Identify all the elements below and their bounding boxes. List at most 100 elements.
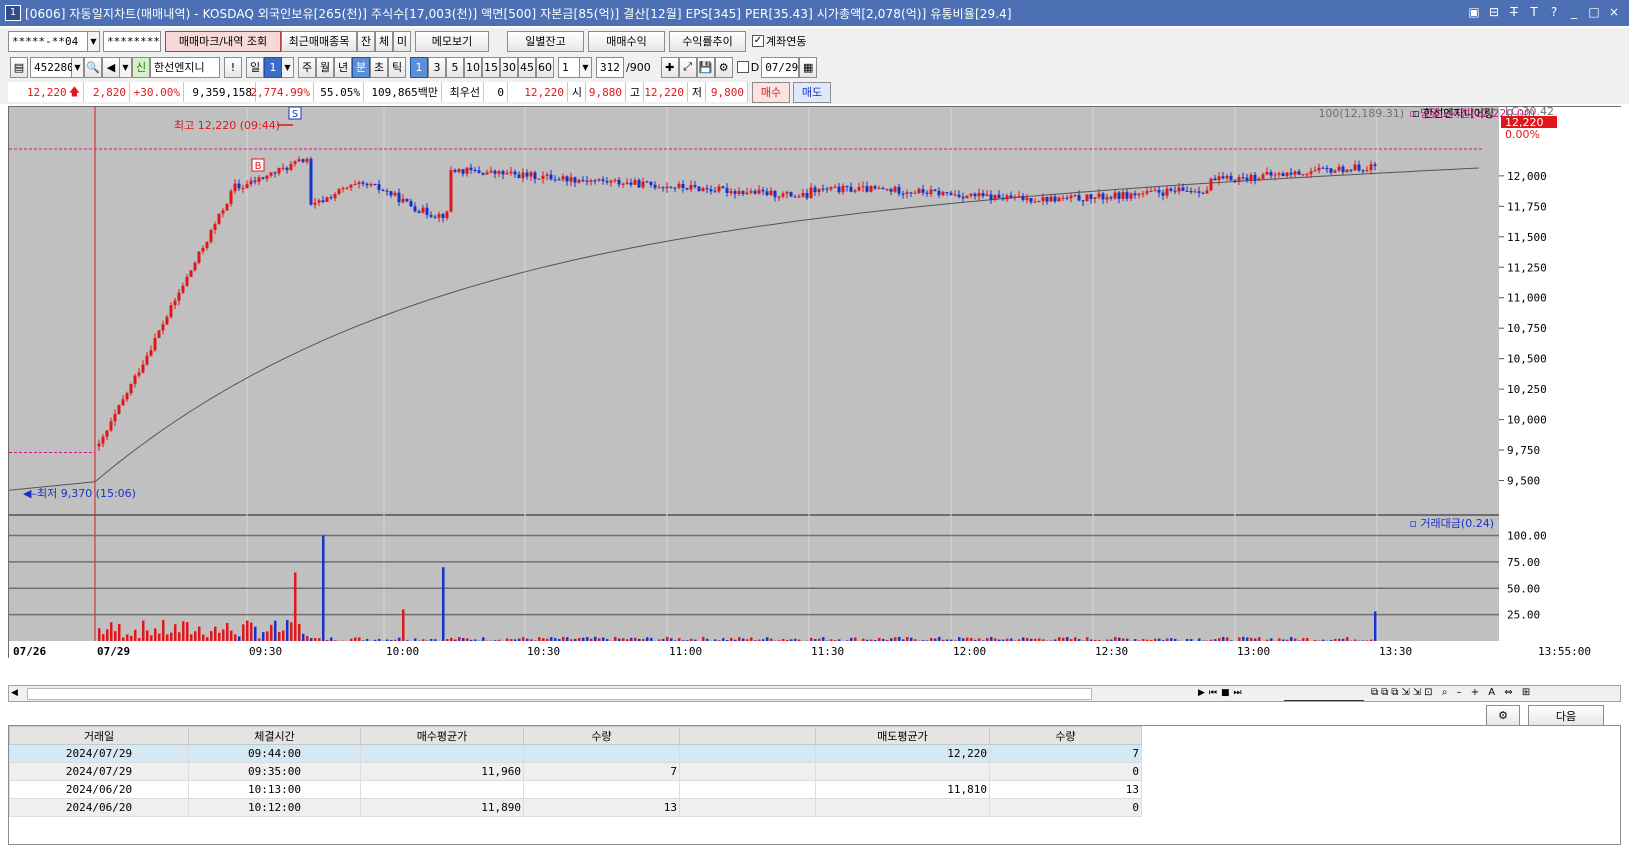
return-trend-button[interactable]: 수익률추이 xyxy=(669,30,746,52)
calendar-icon[interactable]: ▦ xyxy=(799,56,818,78)
candle-body xyxy=(133,375,137,384)
period-num-field[interactable]: 1 xyxy=(264,56,282,78)
candle-body xyxy=(1149,190,1153,192)
price-volume-chart[interactable]: 07/26 07/29 09:30 10:00 10:30 11:00 11:30 12:00… xyxy=(9,107,1622,659)
period-num-dropdown-icon[interactable]: ▼ xyxy=(282,56,294,78)
period-day-button[interactable]: 일 xyxy=(246,56,264,78)
candle-body xyxy=(413,206,417,212)
period-month-button[interactable]: 월 xyxy=(316,56,334,78)
table-row[interactable]: 2024/06/20 10:12:00 11,890 13 0 xyxy=(9,798,1142,817)
memo-button[interactable]: 메모보기 xyxy=(415,30,489,52)
balance-button[interactable]: 잔 xyxy=(357,30,375,52)
candle-body xyxy=(1373,164,1377,166)
next-button[interactable]: 다음 xyxy=(1528,705,1604,726)
app-icon[interactable]: 1 xyxy=(5,5,21,21)
candle-body xyxy=(945,191,949,193)
period-year-button[interactable]: 년 xyxy=(334,56,352,78)
candle-body xyxy=(541,175,545,179)
volume-bar xyxy=(498,639,501,641)
time-tick-label: 13:00 xyxy=(1237,645,1270,658)
quote-price: 12,220 xyxy=(26,85,67,99)
zoom-slider[interactable] xyxy=(1284,686,1364,701)
close-icon[interactable]: × xyxy=(1607,4,1621,20)
volume-bar xyxy=(1042,639,1045,641)
interval-45-button[interactable]: 45 xyxy=(518,56,536,78)
interval-select-field[interactable]: 1 xyxy=(558,56,580,78)
period-tick-button[interactable]: 틱 xyxy=(388,56,406,78)
credit-icon[interactable]: 신 xyxy=(132,56,150,78)
volume-bar xyxy=(942,639,945,641)
candle-body xyxy=(813,187,817,193)
chart-tool-icons[interactable]: ⧉⧉⧉⇲⇲⊡ ⌕ – + A ⇔ ⊞ xyxy=(1371,687,1533,698)
buy-button[interactable]: 매수 xyxy=(752,81,790,103)
scroll-left-icon[interactable]: ◀ xyxy=(11,688,18,698)
recent-trades-button[interactable]: 최근매매종목 xyxy=(281,30,357,52)
password-field[interactable]: ******** xyxy=(103,30,161,52)
table-row[interactable]: 2024/06/20 10:13:00 11,810 13 xyxy=(9,780,1142,799)
quote-vol-ratio: 2,774.99% xyxy=(250,82,314,102)
alert-icon[interactable]: ! xyxy=(224,56,242,78)
period-second-button[interactable]: 초 xyxy=(370,56,388,78)
trade-profit-button[interactable]: 매매수익 xyxy=(588,30,665,52)
period-week-button[interactable]: 주 xyxy=(298,56,316,78)
daily-balance-button[interactable]: 일별잔고 xyxy=(507,30,584,52)
stock-name-field[interactable]: 한선엔지니 xyxy=(150,56,220,78)
chart-add-icon[interactable]: ✚ xyxy=(660,56,679,78)
volume-bar xyxy=(366,638,369,641)
candle-body xyxy=(445,211,449,219)
account-dropdown-icon[interactable]: ▼ xyxy=(88,30,100,52)
table-row[interactable]: 2024/07/29 09:44:00 12,220 7 xyxy=(9,744,1142,763)
settings-gear-icon[interactable]: ⚙ xyxy=(1486,705,1520,726)
save-icon[interactable]: 💾 xyxy=(696,56,715,78)
chart-area[interactable]: 07/26 07/29 09:30 10:00 10:30 11:00 11:30 12:00… xyxy=(8,106,1622,659)
candle-body xyxy=(149,350,153,356)
minimize-icon[interactable]: _ xyxy=(1567,4,1581,20)
search-icon[interactable]: 🔍 xyxy=(84,56,102,78)
executed-button[interactable]: 체 xyxy=(375,30,393,52)
settings-icon[interactable]: ⚙ xyxy=(714,56,733,78)
chart-scrollbar[interactable]: ◀ ▶⏮■⏭ ⧉⧉⧉⇲⇲⊡ ⌕ – + A ⇔ ⊞ xyxy=(8,685,1621,702)
interval-5-button[interactable]: 5 xyxy=(446,56,464,78)
trade-mark-query-button[interactable]: 매매마크/내역 조회 xyxy=(165,30,281,52)
volume-bar xyxy=(966,637,969,641)
unexecuted-button[interactable]: 미 xyxy=(393,30,411,52)
candle-body xyxy=(1157,190,1161,193)
date-checkbox[interactable] xyxy=(736,61,749,73)
scroll-thumb[interactable] xyxy=(27,688,1092,700)
volume-bar xyxy=(126,634,129,641)
interval-30-button[interactable]: 30 xyxy=(500,56,518,78)
volume-bar xyxy=(718,640,721,641)
chart-line-icon[interactable]: ⤢ xyxy=(678,56,697,78)
help-icon[interactable]: ? xyxy=(1547,4,1561,20)
candle-body xyxy=(153,337,157,351)
font-icon[interactable]: T xyxy=(1527,4,1541,20)
count-field[interactable]: 312 xyxy=(596,56,624,78)
account-link-checkbox[interactable]: ✓ xyxy=(752,35,764,47)
volume-bar xyxy=(1218,638,1221,641)
playback-controls[interactable]: ▶⏮■⏭ xyxy=(1198,688,1246,698)
stock-code-field[interactable]: 452280 xyxy=(30,56,74,78)
current-rate-tag: 0.00% xyxy=(1505,128,1540,141)
interval-10-button[interactable]: 10 xyxy=(464,56,482,78)
account-field[interactable]: *****-**04 xyxy=(8,30,88,52)
interval-3-button[interactable]: 3 xyxy=(428,56,446,78)
layout-icon[interactable]: ▤ xyxy=(10,56,28,78)
interval-1-button[interactable]: 1 xyxy=(410,56,428,78)
sound-icon[interactable]: ◀ xyxy=(102,56,120,78)
interval-15-button[interactable]: 15 xyxy=(482,56,500,78)
link-icon[interactable]: ▣ xyxy=(1467,4,1481,20)
period-minute-button[interactable]: 분 xyxy=(352,56,370,78)
interval-60-button[interactable]: 60 xyxy=(536,56,554,78)
sound-dropdown-icon[interactable]: ▼ xyxy=(120,56,132,78)
interval-select-dropdown-icon[interactable]: ▼ xyxy=(580,56,592,78)
pin-icon[interactable]: T̶ xyxy=(1507,4,1521,20)
volume-bar xyxy=(394,639,397,641)
sell-button[interactable]: 매도 xyxy=(793,81,831,103)
volume-bar xyxy=(794,638,797,641)
candle-body xyxy=(577,179,581,183)
table-row[interactable]: 2024/07/29 09:35:00 11,960 7 0 xyxy=(9,762,1142,781)
maximize-icon[interactable]: □ xyxy=(1587,4,1601,20)
date-field[interactable]: 07/29 xyxy=(761,56,800,78)
code-dropdown-icon[interactable]: ▼ xyxy=(72,56,84,78)
tile-icon[interactable]: ⊟ xyxy=(1487,4,1501,20)
